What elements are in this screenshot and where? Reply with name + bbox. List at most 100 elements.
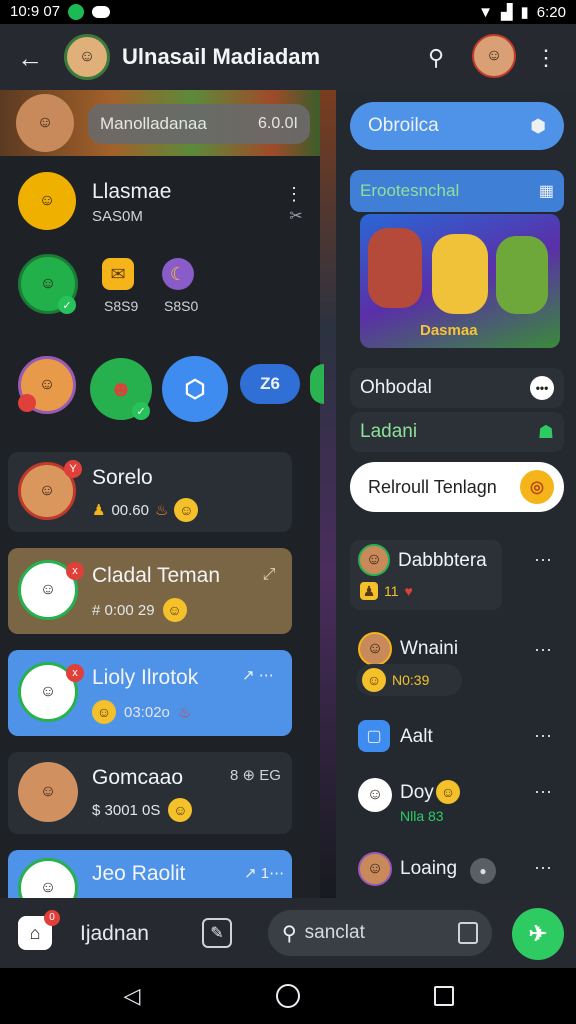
contact-name[interactable]: Wnaini: [400, 638, 458, 660]
profile-more-icon[interactable]: ⋮: [284, 184, 304, 204]
signal-icon: ▟: [500, 4, 513, 21]
status-right: ▼ ▟ ▮ 6:20: [478, 3, 566, 22]
panel-divider: [320, 90, 336, 898]
contact-meta-pill: ☺ N0:39: [356, 664, 462, 696]
chat-unread-badge: x: [66, 562, 84, 580]
chat-name: Gomcaao: [92, 766, 184, 789]
fire-icon: ♨: [155, 502, 169, 519]
contact-name[interactable]: Doy: [400, 782, 434, 804]
record-icon[interactable]: ●: [470, 858, 496, 884]
story-blue-button[interactable]: ⬡: [162, 356, 228, 422]
profile-row-name[interactable]: Llasmae: [92, 180, 171, 204]
contact-more-icon[interactable]: ⋯: [534, 726, 553, 747]
square-app-icon[interactable]: ▢: [358, 720, 390, 752]
contact-more-icon[interactable]: ⋯: [534, 858, 553, 879]
chat-name: Cladal Teman: [92, 564, 221, 587]
contact-avatar[interactable]: ☺: [358, 778, 392, 812]
chat-card[interactable]: ☺ Jeo Raolit ↗ 1⋯: [8, 850, 292, 918]
contact-meta: Nlla 83: [400, 808, 444, 824]
side-contact[interactable]: ☺ Dabbbtera ♟ 11 ♥: [350, 540, 502, 610]
side-item-highlight[interactable]: Relroull Tenlagn ◎: [350, 462, 564, 512]
back-arrow-icon[interactable]: ←: [14, 42, 46, 74]
chat-time: 8 ⊕ EG: [230, 767, 281, 784]
chat-unread-badge: Y: [64, 460, 82, 478]
chat-card[interactable]: ☺ x Lioly Ilrotok ☺ 03:02o ♨ ↗ ⋯: [8, 650, 292, 736]
contact-more-icon[interactable]: ⋯: [534, 782, 553, 803]
more-circle-icon[interactable]: •••: [530, 376, 554, 400]
top-action-button[interactable]: Obroilca ⬢: [350, 102, 564, 150]
contact-name[interactable]: Loaing: [400, 858, 457, 880]
nav-home-icon[interactable]: [276, 984, 300, 1008]
contact-more-icon[interactable]: ⋯: [534, 550, 553, 571]
chat-avatar: ☺: [18, 762, 78, 822]
moon-icon[interactable]: ☾: [162, 258, 194, 290]
compose-fab-icon[interactable]: ✈: [512, 908, 564, 960]
app-notification-icon: [68, 3, 85, 20]
promo-header[interactable]: Erootesnchal ▦: [350, 170, 564, 212]
promo-character-1: [368, 228, 422, 308]
person-icon[interactable]: ☗: [538, 422, 554, 443]
search-bar[interactable]: ⚲ sanclat: [268, 910, 492, 956]
emoji-icon: ☺: [362, 668, 386, 692]
banner-name: Manolladanaa: [100, 114, 207, 133]
banner-pill[interactable]: Manolladanaa 6.0.0I: [88, 104, 310, 144]
story-overflow: [310, 364, 324, 404]
chat-title[interactable]: Ulnasail Madiadam: [122, 44, 320, 70]
promo-image[interactable]: Dasmaa: [360, 214, 560, 348]
badge-icon: ♟: [360, 582, 378, 600]
promo-title: Erootesnchal: [360, 181, 460, 200]
contact-name[interactable]: Aalt: [400, 726, 433, 748]
edit-image-icon[interactable]: ✎: [202, 918, 232, 948]
banner-avatar: ☺: [16, 94, 74, 152]
featured-banner[interactable]: ☺ Manolladanaa 6.0.0I: [0, 90, 320, 156]
chat-notification-icon: [92, 5, 111, 18]
quick-item-label-1: S8S9: [104, 298, 139, 314]
wifi-icon: ▼: [478, 3, 493, 21]
side-item[interactable]: Ohbodal •••: [350, 368, 564, 408]
story-badge-dot: [18, 394, 36, 412]
bottom-bar: ⌂ 0 Ijadnan ✎ ⚲ sanclat ✈: [0, 898, 576, 968]
contact-more-icon[interactable]: ⋯: [534, 640, 553, 661]
chat-meta-row: ☺ 03:02o ♨: [92, 700, 191, 724]
story-badge[interactable]: Z6: [240, 364, 300, 404]
chat-card[interactable]: ☺ x Cladal Teman # 0:00 29 ☺ ⤢: [8, 548, 292, 634]
emoji-icon: ☺: [436, 780, 460, 804]
pin-location-icon[interactable]: ◎: [520, 470, 554, 504]
status-left: 10:9 07: [10, 3, 111, 20]
chat-name: Jeo Raolit: [92, 862, 186, 885]
chat-meta-row: ♟ 00.60 ♨ ☺: [92, 498, 199, 522]
search-icon[interactable]: ⚲: [420, 42, 452, 74]
mail-icon[interactable]: ✉: [102, 258, 134, 290]
chat-meta-row: # 0:00 29 ☺: [92, 598, 187, 622]
verified-check-icon: ✓: [58, 296, 76, 314]
calendar-icon[interactable]: ▦: [539, 181, 554, 201]
search-icon: ⚲: [282, 922, 297, 945]
contact-avatar[interactable]: ☺: [358, 632, 392, 666]
gift-icon: ♥: [404, 583, 413, 599]
promo-character-3: [496, 236, 548, 314]
chat-card[interactable]: ☺ Y Sorelo ♟ 00.60 ♨ ☺: [8, 452, 292, 532]
contact-name: Dabbbtera: [398, 550, 487, 571]
profile-row-avatar[interactable]: ☺: [18, 172, 76, 230]
chat-time: ↗ ⋯: [242, 667, 274, 684]
search-placeholder: sanclat: [304, 922, 365, 943]
side-item-label: Relroull Tenlagn: [368, 476, 497, 497]
side-item-label: Ladani: [360, 421, 418, 442]
contact-avatar[interactable]: ☺: [358, 852, 392, 886]
tool-icon[interactable]: ✂: [284, 206, 308, 226]
shield-icon: ⬢: [530, 115, 546, 136]
chat-card[interactable]: ☺ Gomcaao $ 3001 0S ☺ 8 ⊕ EG: [8, 752, 292, 834]
home-label[interactable]: Ijadnan: [80, 922, 149, 946]
attach-icon[interactable]: [458, 922, 478, 944]
pin-icon[interactable]: ⤢: [258, 564, 280, 586]
contact-meta-row: ♟ 11 ♥: [360, 582, 413, 600]
side-item[interactable]: Ladani ☗: [350, 412, 564, 452]
chat-avatar[interactable]: ☺: [64, 34, 110, 80]
nav-back-icon[interactable]: ◁: [118, 982, 146, 1010]
nav-recents-icon[interactable]: [434, 986, 454, 1006]
emoji-icon: ☺: [174, 498, 199, 522]
overflow-menu-icon[interactable]: ⋮: [534, 42, 558, 74]
top-action-label: Obroilca: [368, 115, 439, 136]
chat-meta: 03:02o: [124, 703, 170, 721]
profile-avatar[interactable]: ☺: [472, 34, 516, 78]
